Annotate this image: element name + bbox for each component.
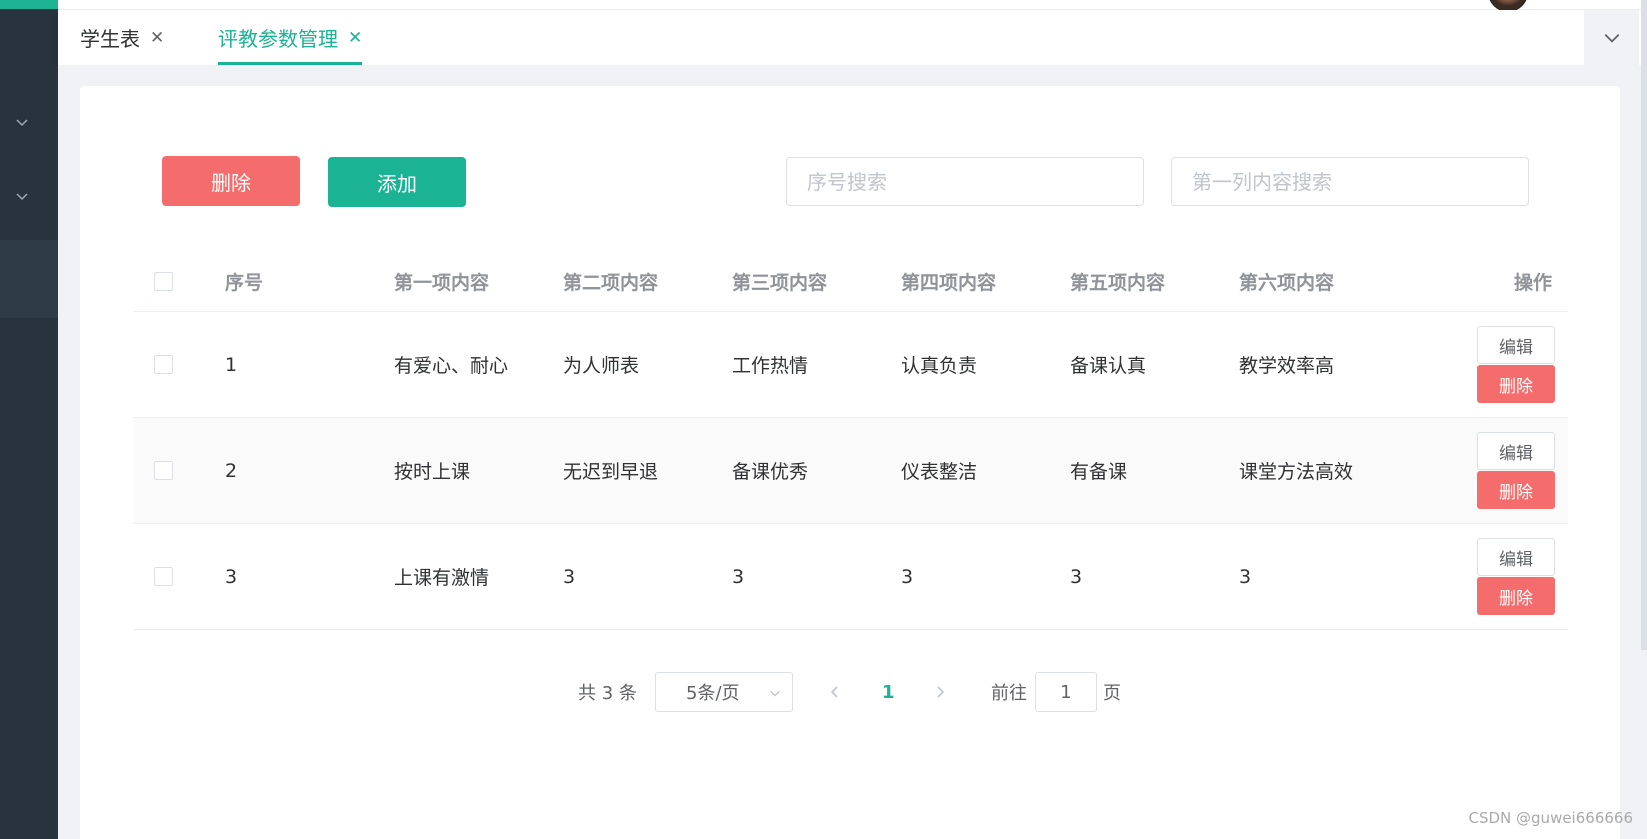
row-actions: 编辑 删除 [1477,312,1555,417]
page-number-current[interactable]: 1 [882,672,895,712]
sidebar [0,0,58,839]
table-cell: 3 [732,565,745,588]
scrollbar[interactable] [1641,0,1647,650]
add-button[interactable]: 添加 [328,157,466,207]
table-cell: 按时上课 [394,461,471,483]
table-cell: 3 [563,565,576,588]
page-suffix: 页 [1103,683,1121,704]
table-cell: 1 [225,353,238,376]
tab-label: 评教参数管理 [218,27,338,51]
chevron-down-icon[interactable] [14,188,30,204]
header-cell: 第一项内容 [394,272,490,294]
table-row: 2 按时上课 无迟到早退 备课优秀 仪表整洁 有备课 课堂方法高效 编辑 删除 [134,418,1568,524]
table-cell: 3 [901,565,914,588]
tabs-dropdown-button[interactable] [1584,10,1639,65]
edit-button[interactable]: 编辑 [1477,326,1555,364]
table-cell: 有备课 [1070,461,1128,483]
row-checkbox[interactable] [154,461,173,480]
header-cell: 操作 [1514,272,1553,294]
table-cell: 认真负责 [901,355,978,377]
delete-button[interactable]: 删除 [1477,471,1555,509]
close-icon[interactable]: ✕ [348,28,362,48]
table-cell: 课堂方法高效 [1239,461,1354,483]
header-cell: 第五项内容 [1070,272,1166,294]
page-size-value: 5条/页 [686,683,740,704]
table-cell: 教学效率高 [1239,355,1335,377]
content-search-input[interactable] [1171,157,1529,206]
table-cell: 3 [1239,565,1252,588]
header-cell: 第六项内容 [1239,272,1335,294]
tab-student-table[interactable]: 学生表 ✕ [80,10,164,65]
id-search-input[interactable] [786,157,1144,206]
chevron-down-icon [1604,33,1619,43]
row-checkbox[interactable] [154,355,173,374]
goto-label: 前往 [991,683,1027,704]
delete-button[interactable]: 删除 [1477,365,1555,403]
table-cell: 备课优秀 [732,461,809,483]
chevron-left-icon[interactable] [827,683,843,701]
top-header [58,0,1647,10]
select-all-checkbox-cell [154,252,173,311]
edit-button[interactable]: 编辑 [1477,538,1555,576]
table-cell: 无迟到早退 [563,461,659,483]
table-row: 3 上课有激情 3 3 3 3 3 编辑 删除 [134,524,1568,630]
table-cell: 备课认真 [1070,355,1147,377]
table-header: 序号 第一项内容 第二项内容 第三项内容 第四项内容 第五项内容 第六项内容 操… [134,252,1568,312]
table-cell: 3 [1070,565,1083,588]
page-size-select[interactable]: 5条/页 [655,672,793,712]
goto-page-input[interactable]: 1 [1035,672,1097,712]
goto-page-value: 1 [1060,681,1072,703]
edit-button[interactable]: 编辑 [1477,432,1555,470]
table-cell: 仪表整洁 [901,461,978,483]
table-cell: 有爱心、耐心 [394,355,509,377]
sidebar-accent [0,0,58,9]
header-cell: 第四项内容 [901,272,997,294]
tabs-bar: 学生表 ✕ 评教参数管理 ✕ [58,10,1647,65]
close-icon[interactable]: ✕ [150,28,164,48]
row-actions: 编辑 删除 [1477,524,1555,629]
table-cell: 上课有激情 [394,567,490,589]
chevron-down-icon [770,690,780,697]
row-checkbox-cell [154,418,173,523]
pagination-total: 共 3 条 [578,683,637,704]
chevron-down-icon[interactable] [14,114,30,130]
table-cell: 工作热情 [732,355,809,377]
header-cell: 第三项内容 [732,272,828,294]
table-row: 1 有爱心、耐心 为人师表 工作热情 认真负责 备课认真 教学效率高 编辑 删除 [134,312,1568,418]
table-cell: 2 [225,459,238,482]
table-cell: 3 [225,565,238,588]
row-checkbox-cell [154,524,173,629]
header-cell: 第二项内容 [563,272,659,294]
data-table: 序号 第一项内容 第二项内容 第三项内容 第四项内容 第五项内容 第六项内容 操… [134,252,1568,630]
header-cell: 序号 [225,272,264,294]
row-checkbox[interactable] [154,567,173,586]
chevron-right-icon[interactable] [932,683,948,701]
batch-delete-button[interactable]: 删除 [162,156,300,206]
tab-label: 学生表 [80,27,140,51]
select-all-checkbox[interactable] [154,272,173,291]
tab-evaluation-params[interactable]: 评教参数管理 ✕ [218,10,363,65]
row-checkbox-cell [154,312,173,417]
sidebar-active-item[interactable] [0,240,58,318]
table-cell: 为人师表 [563,355,640,377]
row-actions: 编辑 删除 [1477,418,1555,523]
delete-button[interactable]: 删除 [1477,577,1555,615]
watermark: CSDN @guwei666666 [1468,809,1634,827]
